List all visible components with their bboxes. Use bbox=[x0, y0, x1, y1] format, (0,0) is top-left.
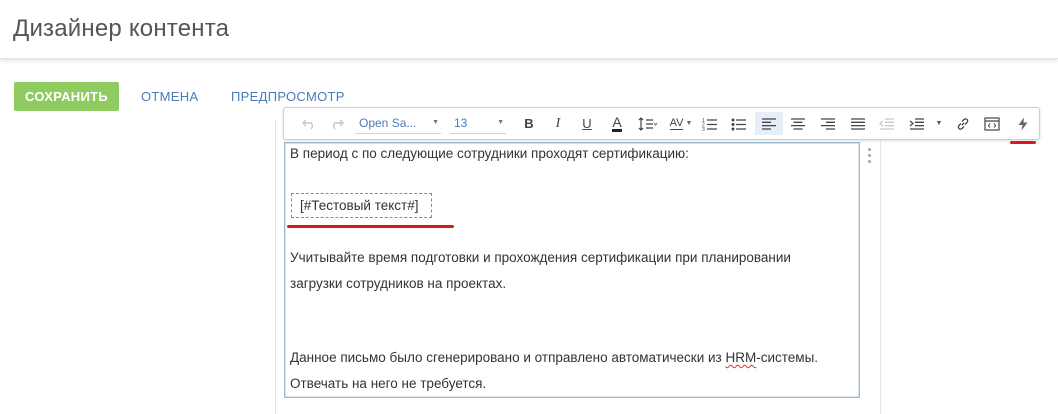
font-size-value: 13 bbox=[454, 116, 468, 130]
font-color-icon: A bbox=[612, 114, 622, 132]
font-size-select[interactable]: 13 ▼ bbox=[450, 113, 506, 134]
font-color-button[interactable]: A bbox=[606, 112, 628, 135]
chevron-down-icon: ▼ bbox=[685, 120, 693, 127]
bold-button[interactable]: B bbox=[518, 112, 540, 135]
drag-handle-icon[interactable] bbox=[868, 148, 872, 168]
italic-button[interactable]: I bbox=[547, 112, 569, 135]
macro-placeholder[interactable]: [#Тестовый текст#] bbox=[291, 193, 432, 218]
annotation-underline-macro bbox=[287, 225, 454, 228]
outdent-icon[interactable] bbox=[876, 112, 898, 135]
content-line-5: Отвечать на него не требуется. bbox=[290, 376, 487, 391]
chevron-down-icon[interactable]: ▼ bbox=[932, 112, 946, 135]
content-line-4: Данное письмо было сгенерировано и отпра… bbox=[290, 350, 818, 365]
letter-spacing-button[interactable]: AV ▼ bbox=[667, 112, 695, 135]
save-button[interactable]: СОХРАНИТЬ bbox=[14, 82, 119, 111]
content-line-2: Учитывайте время подготовки и прохождени… bbox=[290, 250, 791, 265]
numbered-list-icon[interactable]: 123 bbox=[699, 112, 721, 135]
redo-icon[interactable] bbox=[326, 112, 348, 135]
align-justify-icon[interactable] bbox=[847, 112, 869, 135]
undo-icon[interactable] bbox=[298, 112, 320, 135]
align-right-icon[interactable] bbox=[817, 112, 839, 135]
chevron-down-icon: ▼ bbox=[432, 119, 439, 126]
font-family-select[interactable]: Open Sa... ▼ bbox=[355, 113, 441, 134]
editor-toolbar: Open Sa... ▼ 13 ▼ B I U A AV ▼ 123 ▼ bbox=[283, 107, 1040, 140]
page-title: Дизайнер контента bbox=[13, 15, 230, 42]
content-line-3: загрузки сотрудников на проектах. bbox=[290, 276, 507, 291]
chevron-down-icon: ▼ bbox=[497, 119, 504, 126]
underline-button[interactable]: U bbox=[576, 112, 598, 135]
spellcheck-word: HRM bbox=[725, 350, 757, 365]
align-center-icon[interactable] bbox=[787, 112, 809, 135]
font-family-value: Open Sa... bbox=[359, 116, 417, 130]
source-code-icon[interactable] bbox=[981, 112, 1003, 135]
header: Дизайнер контента bbox=[0, 0, 1058, 59]
bulleted-list-icon[interactable] bbox=[728, 112, 750, 135]
align-left-icon[interactable] bbox=[755, 112, 783, 135]
indent-icon[interactable] bbox=[906, 112, 928, 135]
content-line-4-end: -системы. bbox=[756, 350, 819, 365]
letter-spacing-icon: AV bbox=[669, 116, 684, 130]
line-height-icon[interactable] bbox=[635, 112, 661, 135]
content-line-4-start: Данное письмо было сгенерировано и отпра… bbox=[290, 350, 726, 365]
link-icon[interactable] bbox=[952, 112, 974, 135]
content-line-1: В период с по следующие сотрудники прохо… bbox=[290, 146, 689, 161]
cancel-button[interactable]: ОТМЕНА bbox=[141, 82, 198, 111]
lightning-macro-icon[interactable] bbox=[1012, 112, 1034, 135]
annotation-underline-toolbar bbox=[1010, 141, 1036, 144]
svg-text:3: 3 bbox=[702, 127, 705, 131]
